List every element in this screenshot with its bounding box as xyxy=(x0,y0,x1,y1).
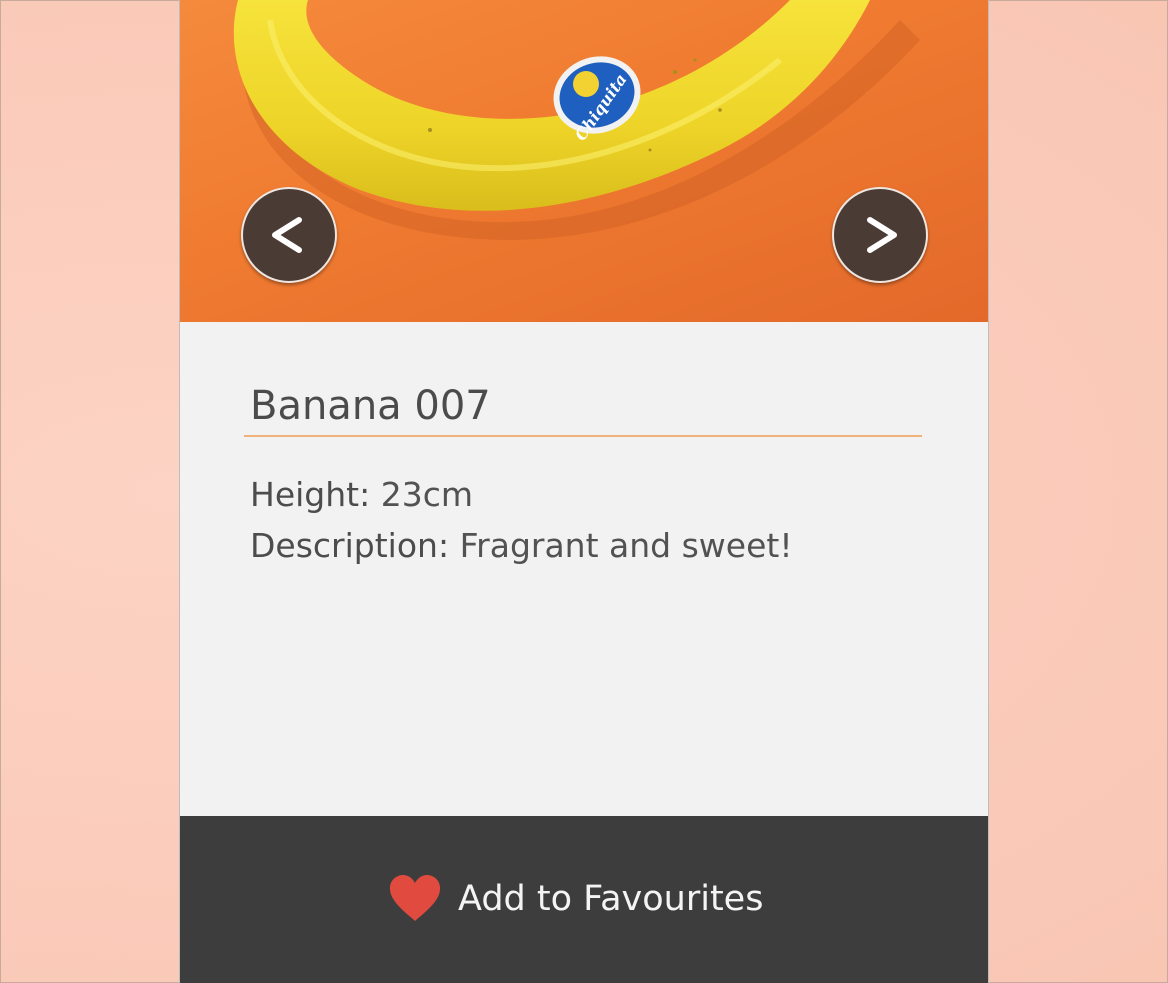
previous-image-button[interactable] xyxy=(241,187,337,283)
next-image-button[interactable] xyxy=(832,187,928,283)
favourite-button-content: Add to Favourites xyxy=(388,874,763,924)
item-card: Chiquita Banana 007 Height: 23cm Descrip… xyxy=(179,0,989,983)
title-divider xyxy=(244,435,922,437)
description-value: Fragrant and sweet! xyxy=(459,526,793,565)
chevron-left-icon xyxy=(272,217,302,253)
item-details: Banana 007 Height: 23cm Description: Fra… xyxy=(180,322,988,816)
description-field: Description: Fragrant and sweet! xyxy=(250,525,793,567)
height-label: Height: xyxy=(250,475,371,514)
description-label: Description: xyxy=(250,526,450,565)
chevron-right-icon xyxy=(867,217,897,253)
add-to-favourites-button[interactable]: Add to Favourites xyxy=(180,816,988,983)
item-photo: Chiquita xyxy=(180,0,988,322)
height-field: Height: 23cm xyxy=(250,474,473,516)
item-title: Banana 007 xyxy=(250,383,491,429)
height-value: 23cm xyxy=(380,475,473,514)
favourite-label: Add to Favourites xyxy=(458,879,764,919)
heart-icon xyxy=(389,875,441,921)
